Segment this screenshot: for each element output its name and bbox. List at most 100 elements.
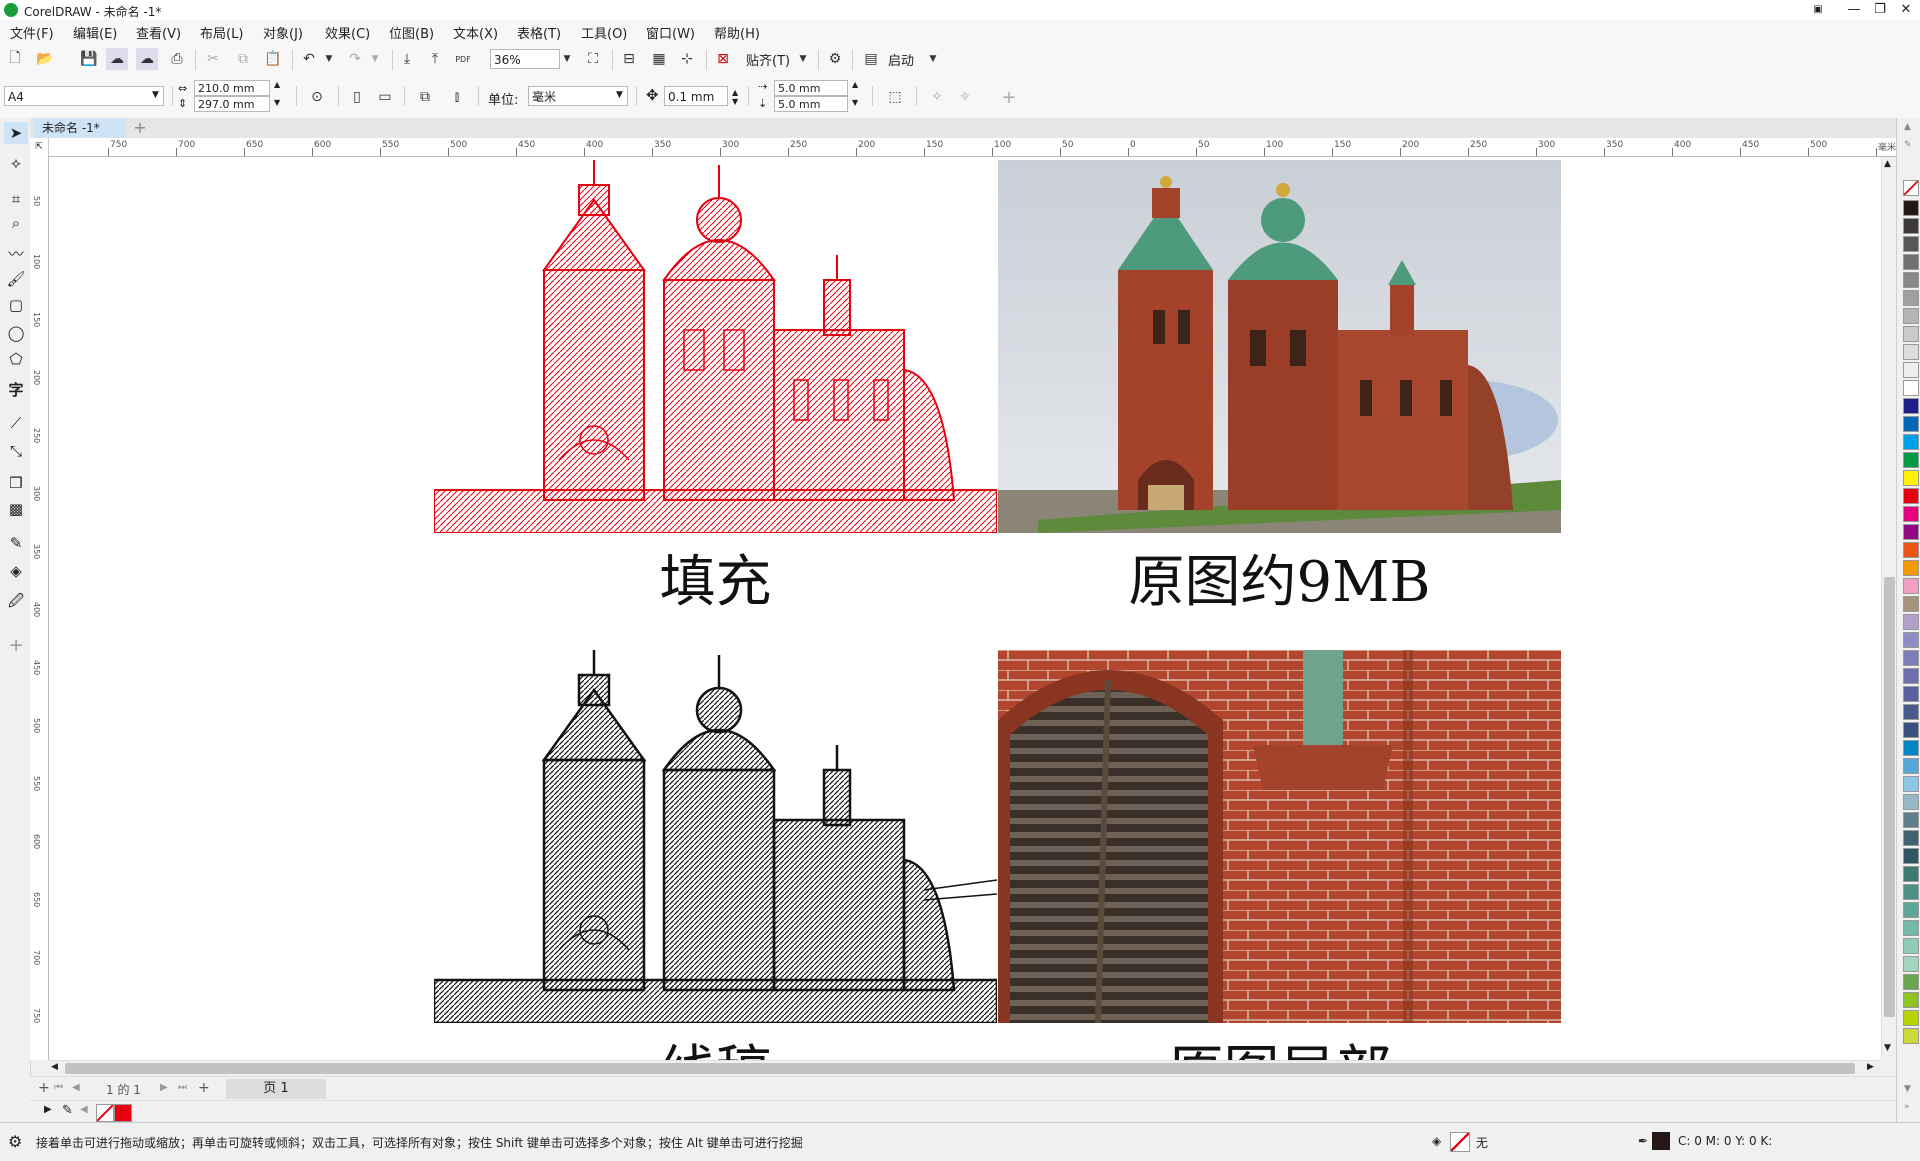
next-page-icon[interactable]: ▶ — [160, 1082, 168, 1093]
vertical-scrollbar[interactable]: ▲ ▼ — [1881, 157, 1897, 1060]
parallel-dimension-icon[interactable]: ⟋ — [4, 412, 28, 434]
palette-swatch[interactable] — [1903, 776, 1919, 792]
copy-icon[interactable]: ⧉ — [232, 48, 254, 70]
palette-swatch[interactable] — [1903, 596, 1919, 612]
palette-swatch[interactable] — [1903, 416, 1919, 432]
palette-swatch[interactable] — [1903, 920, 1919, 936]
edit-node-icon[interactable]: ✧ — [954, 86, 976, 108]
palette-swatch[interactable] — [1903, 236, 1919, 252]
menu-help[interactable]: 帮助(H) — [714, 23, 760, 42]
palette-swatch[interactable] — [1903, 254, 1919, 270]
palette-swatch[interactable] — [1903, 1010, 1919, 1026]
palette-eyedropper-icon[interactable]: ✎ — [62, 1103, 73, 1118]
palette-expand-more-icon[interactable]: » — [1904, 1102, 1910, 1112]
palette-expand-icon[interactable]: ▶ — [44, 1104, 52, 1115]
page-size-dropdown-icon[interactable]: ▼ — [152, 90, 159, 100]
edit-shape-icon[interactable]: ✧ — [926, 86, 948, 108]
palette-swatch[interactable] — [1903, 974, 1919, 990]
lineart-trace-image[interactable] — [434, 650, 997, 1023]
close-button[interactable]: ✕ — [1888, 0, 1920, 20]
page-width-field[interactable]: 210.0 mm — [194, 80, 270, 96]
fill-trace-image[interactable] — [434, 160, 997, 533]
palette-swatch[interactable] — [1903, 686, 1919, 702]
unit-dropdown-icon[interactable]: ▼ — [616, 90, 623, 100]
scroll-right-icon[interactable]: ▶ — [1867, 1062, 1874, 1072]
duplicate-y-field[interactable]: 5.0 mm — [774, 96, 848, 112]
cloud-download-icon[interactable]: ☁ — [106, 48, 128, 70]
original-photo-image[interactable] — [998, 160, 1561, 533]
scroll-left-icon[interactable]: ◀ — [51, 1062, 58, 1072]
fill-none-indicator[interactable] — [1450, 1132, 1470, 1152]
palette-swatch[interactable] — [1903, 524, 1919, 540]
palette-swatch[interactable] — [1903, 578, 1919, 594]
red-color-swatch[interactable] — [114, 1104, 132, 1122]
palette-swatch[interactable] — [1903, 650, 1919, 666]
horizontal-ruler[interactable]: ⇱ 750 700 650 600 550 500 450 400 350 300 250 200 15… — [30, 138, 1896, 157]
dup-x-spinner-icon[interactable]: ▲ — [852, 80, 858, 89]
treat-as-filled-icon[interactable]: ⬚ — [884, 86, 906, 108]
page-1-tab[interactable]: 页 1 — [226, 1079, 326, 1099]
open-folder-icon[interactable]: 📂 — [34, 48, 56, 70]
palette-up-icon[interactable]: ▲ — [1904, 122, 1911, 132]
artistic-media-icon[interactable]: 🖌 — [4, 268, 28, 290]
bleed-icon[interactable]: ⫾ — [446, 86, 468, 108]
palette-swatch[interactable] — [1903, 488, 1919, 504]
prev-page-icon[interactable]: ◀ — [72, 1082, 80, 1093]
palette-swatch[interactable] — [1903, 992, 1919, 1008]
palette-swatch[interactable] — [1903, 200, 1919, 216]
add-page-before-icon[interactable]: + — [38, 1080, 50, 1096]
width-spinner-icon[interactable]: ▲ — [274, 80, 280, 89]
palette-swatch[interactable] — [1903, 704, 1919, 720]
add-tool-icon[interactable]: + — [4, 634, 28, 656]
snap-to-menu[interactable]: 贴齐(T) — [746, 50, 790, 69]
menu-edit[interactable]: 编辑(E) — [73, 23, 117, 42]
cut-icon[interactable]: ✂ — [202, 48, 224, 70]
palette-swatch[interactable] — [1903, 506, 1919, 522]
last-page-icon[interactable]: ⏭ — [178, 1082, 187, 1093]
export-pdf-icon[interactable]: PDF — [452, 48, 474, 70]
paste-icon[interactable]: 📋 — [262, 48, 284, 70]
palette-swatch[interactable] — [1903, 902, 1919, 918]
palette-swatch[interactable] — [1903, 812, 1919, 828]
palette-swatch[interactable] — [1903, 272, 1919, 288]
rectangle-tool-icon[interactable]: ▢ — [4, 294, 28, 316]
page-size-select[interactable]: A4 — [4, 86, 164, 106]
undo-icon[interactable]: ↶ — [298, 48, 320, 70]
unit-select[interactable]: 毫米 — [528, 86, 628, 106]
palette-swatch[interactable] — [1903, 470, 1919, 486]
eyedropper-tool-icon[interactable]: ✎ — [4, 532, 28, 554]
palette-swatch[interactable] — [1903, 740, 1919, 756]
shape-tool-icon[interactable]: ⟡ — [4, 152, 28, 174]
palette-swatch[interactable] — [1903, 938, 1919, 954]
save-icon[interactable]: 💾 — [78, 48, 100, 70]
menu-text[interactable]: 文本(X) — [453, 23, 498, 42]
crop-tool-icon[interactable]: ⌗ — [4, 188, 28, 210]
drawing-canvas[interactable]: 填充 原图约9MB — [49, 157, 1881, 1060]
pick-tool-icon[interactable]: ➤ — [4, 122, 28, 144]
menu-view[interactable]: 查看(V) — [136, 23, 181, 42]
zoom-tool-icon[interactable]: ⌕ — [4, 212, 28, 234]
palette-swatch[interactable] — [1903, 560, 1919, 576]
options-gear-icon[interactable]: ⚙ — [824, 48, 846, 70]
polygon-tool-icon[interactable]: ⬠ — [4, 348, 28, 370]
duplicate-x-field[interactable]: 5.0 mm — [774, 80, 848, 96]
new-tab-icon[interactable]: + — [130, 118, 150, 138]
height-spinner-icon[interactable]: ▼ — [274, 98, 280, 107]
horizontal-scroll-thumb[interactable] — [65, 1063, 1855, 1074]
scroll-up-icon[interactable]: ▲ — [1884, 159, 1891, 169]
dup-y-spinner-icon[interactable]: ▼ — [852, 98, 858, 107]
ruler-origin-icon[interactable]: ⇱ — [30, 138, 49, 156]
no-color-swatch[interactable] — [96, 1104, 114, 1122]
full-screen-icon[interactable]: ⛶ — [582, 48, 604, 70]
original-detail-image[interactable] — [998, 650, 1561, 1023]
scroll-down-icon[interactable]: ▼ — [1884, 1043, 1891, 1053]
redo-icon[interactable]: ↷ — [344, 48, 366, 70]
show-grid-icon[interactable]: ▦ — [648, 48, 670, 70]
import-icon[interactable]: ⤓ — [396, 48, 418, 70]
undo-dropdown-icon[interactable]: ▼ — [318, 48, 340, 70]
status-gear-icon[interactable]: ⚙ — [8, 1132, 22, 1151]
palette-swatch[interactable] — [1903, 758, 1919, 774]
menu-window[interactable]: 窗口(W) — [646, 23, 695, 42]
menu-file[interactable]: 文件(F) — [10, 23, 54, 42]
palette-swatch[interactable] — [1903, 884, 1919, 900]
